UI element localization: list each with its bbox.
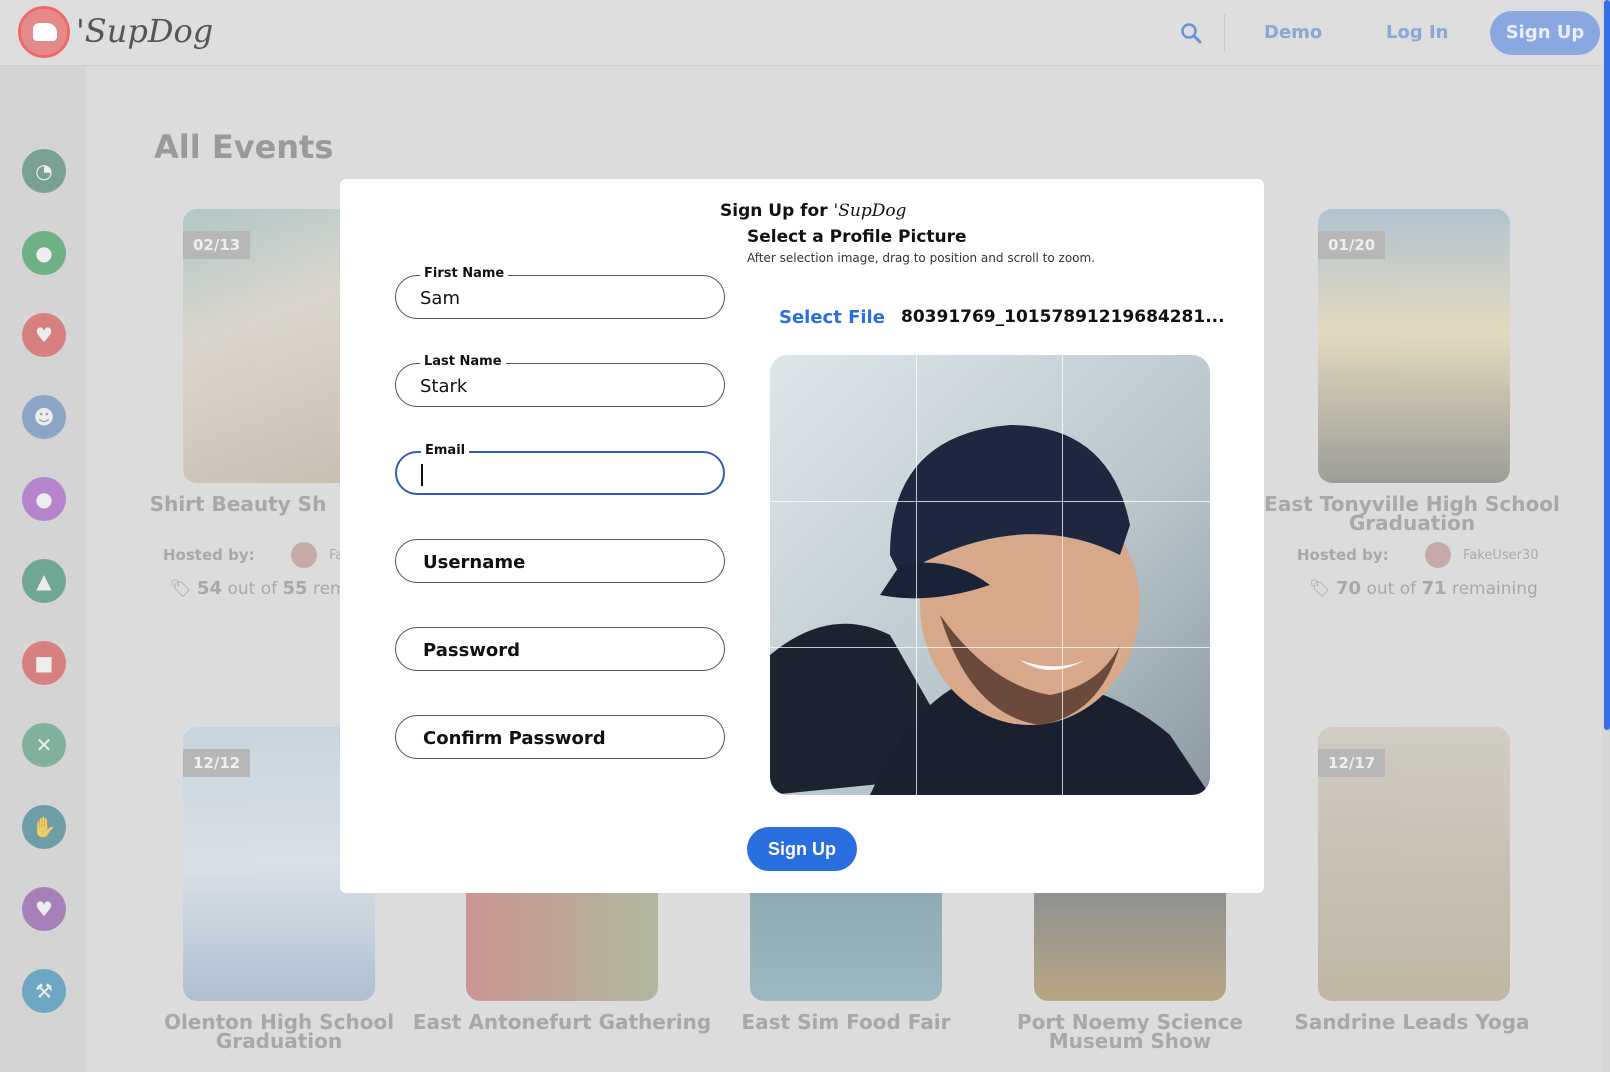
event-title[interactable]: East Antonefurt Gathering [412, 1012, 712, 1032]
top-nav: 'SupDog Demo Log In Sign Up [0, 0, 1610, 66]
remaining-count: 70 [1336, 578, 1362, 599]
scrollbar[interactable] [1602, 0, 1610, 1072]
password-placeholder: Password [423, 640, 521, 661]
scrollbar-thumb[interactable] [1604, 0, 1610, 730]
event-image[interactable]: 12/17 [1318, 727, 1510, 1001]
first-name-value[interactable]: Sam [420, 288, 460, 309]
tickets-remaining: 🏷 70 out of 71 remaining [1309, 578, 1538, 599]
password-field[interactable]: Password [395, 627, 725, 671]
event-title[interactable]: East Sim Food Fair [696, 1012, 996, 1032]
ticket-icon: 🏷 [1309, 579, 1331, 599]
image-cropper[interactable] [770, 355, 1210, 795]
event-date: 01/20 [1318, 231, 1386, 259]
hammer-icon[interactable]: ⚒ [22, 969, 66, 1013]
handshake-icon[interactable]: ✋ [22, 805, 66, 849]
last-name-label: Last Name [420, 354, 506, 369]
profile-picture-hint: After selection image, drag to position … [747, 251, 1096, 265]
page-title: All Events [154, 128, 334, 166]
crop-grid-line [1062, 355, 1063, 795]
search-icon[interactable] [1180, 22, 1202, 44]
first-name-label: First Name [420, 266, 509, 281]
email-field[interactable]: Email [395, 443, 725, 495]
username-placeholder: Username [423, 552, 526, 573]
avatar[interactable] [1425, 542, 1451, 568]
event-title[interactable]: Sandrine Leads Yoga [1262, 1012, 1562, 1032]
remaining-count: 54 [197, 578, 223, 599]
event-date: 02/13 [183, 231, 251, 259]
host-name[interactable]: FakeUser30 [1463, 548, 1539, 563]
total-count: 71 [1421, 578, 1447, 599]
event-title[interactable]: East Tonyville High School Graduation [1262, 494, 1562, 533]
username-field[interactable]: Username [395, 539, 725, 583]
event-date: 12/12 [183, 749, 251, 777]
email-label: Email [421, 443, 470, 458]
login-link[interactable]: Log In [1386, 22, 1449, 43]
out-of-text: out of [227, 579, 278, 599]
last-name-value[interactable]: Stark [420, 376, 467, 397]
profile-photo[interactable] [770, 355, 1210, 795]
video-icon[interactable]: ■ [22, 641, 66, 685]
selected-file-name: 80391769_10157891219684281... [901, 307, 1225, 327]
heart-hand-icon[interactable]: ♥ [22, 313, 66, 357]
event-title[interactable]: Olenton High School Graduation [129, 1012, 429, 1051]
modal-title: Sign Up for 'SupDog [720, 201, 906, 221]
logo-text[interactable]: 'SupDog [76, 12, 213, 50]
hosted-by-label: Hosted by: [163, 546, 255, 564]
profile-picture-heading: Select a Profile Picture [747, 227, 967, 247]
confirm-password-field[interactable]: Confirm Password [395, 715, 725, 759]
modal-title-prefix: Sign Up for [720, 201, 828, 221]
demo-link[interactable]: Demo [1264, 22, 1322, 43]
text-caret [421, 464, 423, 486]
event-image[interactable]: 01/20 [1318, 209, 1510, 483]
crop-grid-line [770, 501, 1210, 502]
modal-title-brand: 'SupDog [833, 201, 907, 221]
select-file-button[interactable]: Select File [779, 307, 885, 328]
remaining-word: remaining [1451, 579, 1538, 599]
utensils-icon[interactable]: ✕ [22, 723, 66, 767]
signup-submit-button[interactable]: Sign Up [747, 827, 857, 871]
shirt-icon[interactable]: ▲ [22, 559, 66, 603]
tickets-remaining: 🏷 54 out of 55 rem [170, 578, 347, 599]
first-name-field[interactable]: First Name Sam [395, 266, 725, 319]
piggy-bank-icon[interactable]: ● [22, 231, 66, 275]
hosted-by-label: Hosted by: [1297, 546, 1389, 564]
heart-icon[interactable]: ♥ [22, 887, 66, 931]
group-icon[interactable]: ☻ [22, 395, 66, 439]
event-title[interactable]: Port Noemy Science Museum Show [980, 1012, 1280, 1051]
nav-divider [1224, 14, 1225, 52]
last-name-field[interactable]: Last Name Stark [395, 354, 725, 407]
event-date: 12/17 [1318, 749, 1386, 777]
ticket-icon: 🏷 [170, 579, 192, 599]
category-sidebar: ◔ ● ♥ ☻ ● ▲ ■ ✕ ✋ ♥ ⚒ [0, 66, 86, 1072]
signup-modal: Sign Up for 'SupDog Select a Profile Pic… [340, 179, 1264, 893]
total-count: 55 [282, 578, 308, 599]
speedometer-icon[interactable]: ◔ [22, 149, 66, 193]
out-of-text: out of [1366, 579, 1417, 599]
event-title[interactable]: Shirt Beauty Sh [118, 494, 358, 514]
avatar[interactable] [291, 542, 317, 568]
confirm-password-placeholder: Confirm Password [423, 728, 606, 749]
nav-signup-button[interactable]: Sign Up [1490, 11, 1600, 55]
logo-icon[interactable] [18, 6, 70, 58]
crop-grid-line [916, 355, 917, 795]
crop-grid-line [770, 647, 1210, 648]
apple-icon[interactable]: ● [22, 477, 66, 521]
